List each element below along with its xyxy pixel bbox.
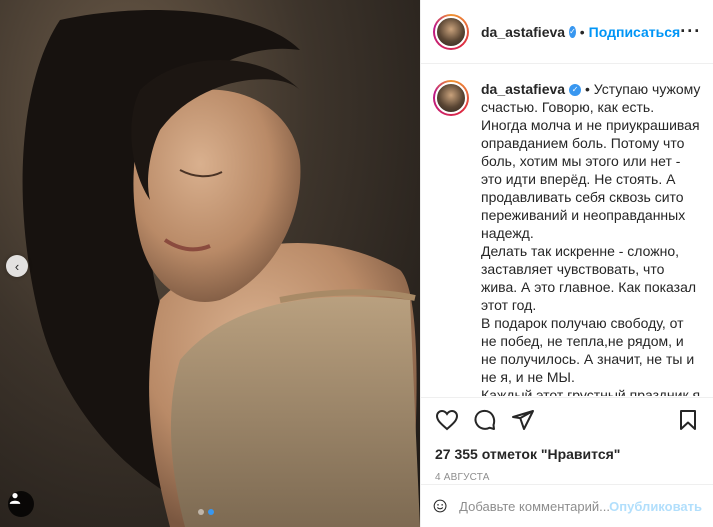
username-link[interactable]: da_astafieva xyxy=(481,24,565,40)
caption-avatar[interactable] xyxy=(433,80,469,116)
carousel-dot-active xyxy=(208,509,214,515)
caption-body: Уступаю чужому счастью. Говорю, как есть… xyxy=(481,81,701,396)
action-icons xyxy=(435,408,700,432)
post-header: da_astafieva ✓ • Подписаться ··· xyxy=(421,0,713,64)
user-tag-button[interactable] xyxy=(8,491,34,517)
separator: • xyxy=(579,23,585,40)
post-date[interactable]: 4 АВГУСТА xyxy=(435,472,700,483)
more-options-icon[interactable]: ··· xyxy=(680,21,701,42)
carousel-dots xyxy=(198,509,214,515)
caption-text: da_astafieva ✓ • Уступаю чужому счастью. … xyxy=(481,80,701,396)
carousel-prev-button[interactable]: ‹ xyxy=(6,255,28,277)
verified-badge-icon: ✓ xyxy=(569,84,582,97)
comment-input[interactable] xyxy=(459,498,610,514)
post-side-panel: da_astafieva ✓ • Подписаться ··· da_asta… xyxy=(420,0,713,527)
caption-username[interactable]: da_astafieva xyxy=(481,81,565,97)
photo-illustration xyxy=(22,10,420,527)
user-tag-icon xyxy=(9,493,21,504)
caption-separator: • xyxy=(584,81,590,97)
post-actions: 27 355 отметок "Нравится" 4 АВГУСТА xyxy=(421,397,713,483)
bookmark-icon[interactable] xyxy=(676,408,700,432)
comment-icon[interactable] xyxy=(473,408,497,432)
carousel-dot xyxy=(198,509,204,515)
chevron-left-icon: ‹ xyxy=(14,258,20,274)
paper-plane-icon[interactable] xyxy=(511,408,535,432)
caption-section: da_astafieva ✓ • Уступаю чужому счастью. … xyxy=(421,64,713,396)
follow-button[interactable]: Подписаться xyxy=(589,24,681,40)
verified-badge-icon: ✓ xyxy=(569,25,576,38)
publish-button[interactable]: Опубликовать xyxy=(609,499,702,514)
smile-icon[interactable] xyxy=(433,494,447,518)
heart-icon[interactable] xyxy=(435,408,459,432)
likes-count[interactable]: 27 355 отметок "Нравится" xyxy=(435,446,700,462)
avatar[interactable] xyxy=(433,13,469,50)
post-photo[interactable]: ‹ xyxy=(0,0,420,527)
comment-bar: Опубликовать xyxy=(421,484,713,527)
